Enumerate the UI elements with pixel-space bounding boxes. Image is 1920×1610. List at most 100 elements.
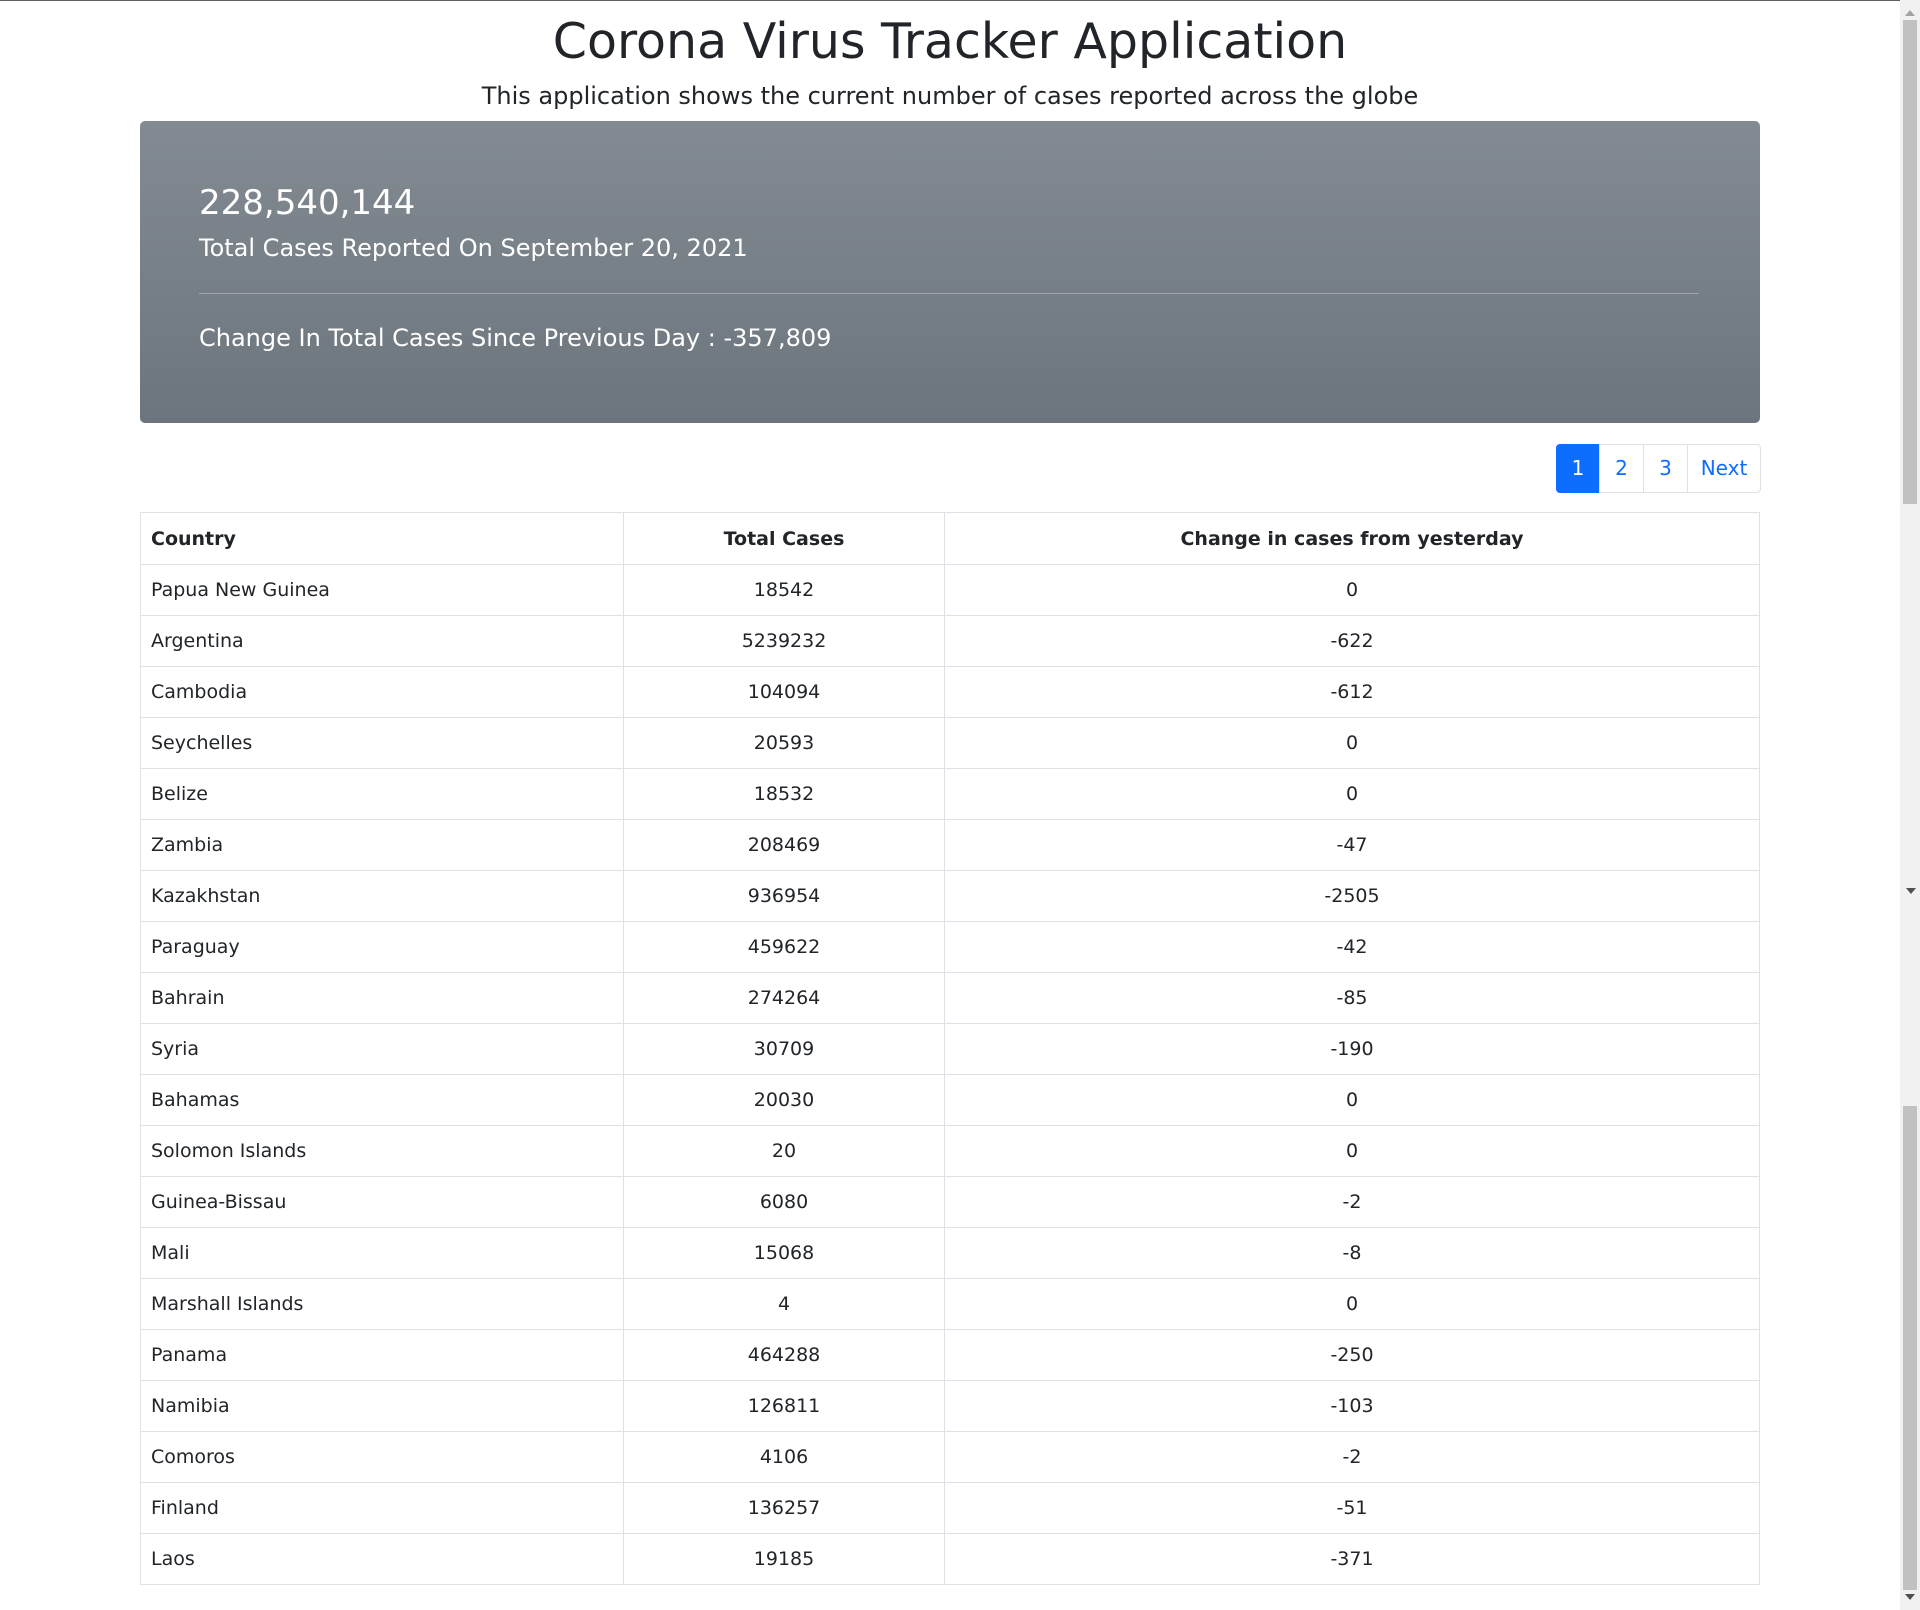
total-cases-cell: 4 (623, 1278, 945, 1330)
table-row: Namibia 126811 -103 (140, 1380, 1760, 1432)
change-cell: 0 (944, 768, 1760, 820)
change-cell: -8 (944, 1227, 1760, 1279)
total-cases-cell: 274264 (623, 972, 945, 1024)
change-cell: -85 (944, 972, 1760, 1024)
country-cell: Finland (140, 1482, 624, 1534)
total-cases-cell: 20 (623, 1125, 945, 1177)
table-row: Guinea-Bissau 6080 -2 (140, 1176, 1760, 1228)
country-cell: Paraguay (140, 921, 624, 973)
table-row: Seychelles 20593 0 (140, 717, 1760, 769)
country-cases-table: Country Total Cases Change in cases from… (140, 512, 1760, 1585)
column-header-change: Change in cases from yesterday (944, 512, 1760, 565)
page-title: Corona Virus Tracker Application (552, 13, 1348, 70)
change-cell: 0 (944, 564, 1760, 616)
country-cell: Marshall Islands (140, 1278, 624, 1330)
next-page-button[interactable]: Next (1687, 444, 1761, 493)
table-body: Papua New Guinea 18542 0 Argentina 5239232-… (140, 564, 1760, 1585)
summary-panel: 228,540,144 Total Cases Reported On Sept… (140, 121, 1760, 423)
vertical-scrollbar[interactable] (1900, 0, 1920, 1610)
change-cell: -2 (944, 1431, 1760, 1483)
country-cell: Seychelles (140, 717, 624, 769)
change-cell: 0 (944, 1278, 1760, 1330)
table-row: Comoros 4106 -2 (140, 1431, 1760, 1483)
country-cell: Mali (140, 1227, 624, 1279)
country-cell: Syria (140, 1023, 624, 1075)
country-cell: Zambia (140, 819, 624, 871)
country-cell: Cambodia (140, 666, 624, 718)
total-cases-cell: 18532 (623, 768, 945, 820)
total-cases-cell: 136257 (623, 1482, 945, 1534)
change-cell: 0 (944, 1074, 1760, 1126)
total-cases-cell: 464288 (623, 1329, 945, 1381)
table-row: Syria 30709 -190 (140, 1023, 1760, 1075)
total-cases-cell: 6080 (623, 1176, 945, 1228)
change-cell: -622 (944, 615, 1760, 667)
scrollbar-thumb[interactable] (1903, 20, 1917, 504)
table-row: Belize 18532 0 (140, 768, 1760, 820)
table-row: Paraguay 459622 -42 (140, 921, 1760, 973)
scroll-marker-icon (1906, 888, 1916, 894)
page-subtitle: This application shows the current numbe… (481, 82, 1419, 110)
total-cases-cell: 19185 (623, 1533, 945, 1585)
pagination: 1 2 3 Next (1556, 444, 1761, 493)
page-3-button[interactable]: 3 (1643, 444, 1688, 493)
total-cases-cell: 104094 (623, 666, 945, 718)
total-cases-cell: 936954 (623, 870, 945, 922)
scroll-down-arrow-icon[interactable] (1905, 1594, 1915, 1600)
change-cell: -190 (944, 1023, 1760, 1075)
change-cell: -103 (944, 1380, 1760, 1432)
table-row: Cambodia 104094 -612 (140, 666, 1760, 718)
change-cell: -612 (944, 666, 1760, 718)
country-cell: Argentina (140, 615, 624, 667)
scroll-up-arrow-icon[interactable] (1905, 10, 1915, 16)
total-cases-cell: 30709 (623, 1023, 945, 1075)
table-row: Kazakhstan 936954 -2505 (140, 870, 1760, 922)
country-cell: Belize (140, 768, 624, 820)
table-row: Papua New Guinea 18542 0 (140, 564, 1760, 616)
total-cases-cell: 20593 (623, 717, 945, 769)
country-cell: Panama (140, 1329, 624, 1381)
country-cell: Papua New Guinea (140, 564, 624, 616)
page-2-button[interactable]: 2 (1599, 444, 1644, 493)
table-row: Mali 15068 -8 (140, 1227, 1760, 1279)
change-cell: 0 (944, 1125, 1760, 1177)
change-cell: -42 (944, 921, 1760, 973)
total-cases-cell: 208469 (623, 819, 945, 871)
change-cell: -2 (944, 1176, 1760, 1228)
column-header-total-cases: Total Cases (623, 512, 945, 565)
table-row: Zambia 208469 -47 (140, 819, 1760, 871)
country-cell: Bahamas (140, 1074, 624, 1126)
change-cell: -371 (944, 1533, 1760, 1585)
country-cell: Kazakhstan (140, 870, 624, 922)
table-row: Argentina 5239232 -622 (140, 615, 1760, 667)
change-cell: -250 (944, 1329, 1760, 1381)
country-cell: Comoros (140, 1431, 624, 1483)
change-cell: -47 (944, 819, 1760, 871)
table-row: Bahamas 20030 0 (140, 1074, 1760, 1126)
total-cases-cell: 459622 (623, 921, 945, 973)
total-cases-label: Total Cases Reported On September 20, 20… (199, 234, 748, 262)
country-cell: Namibia (140, 1380, 624, 1432)
total-cases-cell: 15068 (623, 1227, 945, 1279)
table-row: Marshall Islands 4 0 (140, 1278, 1760, 1330)
table-row: Bahrain 274264 -85 (140, 972, 1760, 1024)
scrollbar-thumb-lower[interactable] (1903, 1106, 1917, 1590)
change-cell: -51 (944, 1482, 1760, 1534)
total-cases-cell: 4106 (623, 1431, 945, 1483)
total-cases-cell: 126811 (623, 1380, 945, 1432)
table-row: Solomon Islands 20 0 (140, 1125, 1760, 1177)
country-cell: Guinea-Bissau (140, 1176, 624, 1228)
change-cell: 0 (944, 717, 1760, 769)
window-top-border (0, 0, 1900, 1)
daily-change-text: Change In Total Cases Since Previous Day… (199, 324, 832, 352)
total-cases-cell: 20030 (623, 1074, 945, 1126)
table-row: Laos 19185 -371 (140, 1533, 1760, 1585)
table-header-row: Country Total Cases Change in cases from… (140, 512, 1760, 565)
table-row: Finland 136257 -51 (140, 1482, 1760, 1534)
page-1-button[interactable]: 1 (1556, 444, 1600, 493)
country-cell: Laos (140, 1533, 624, 1585)
column-header-country: Country (140, 512, 624, 565)
country-cell: Bahrain (140, 972, 624, 1024)
total-cases-cell: 5239232 (623, 615, 945, 667)
total-cases-cell: 18542 (623, 564, 945, 616)
